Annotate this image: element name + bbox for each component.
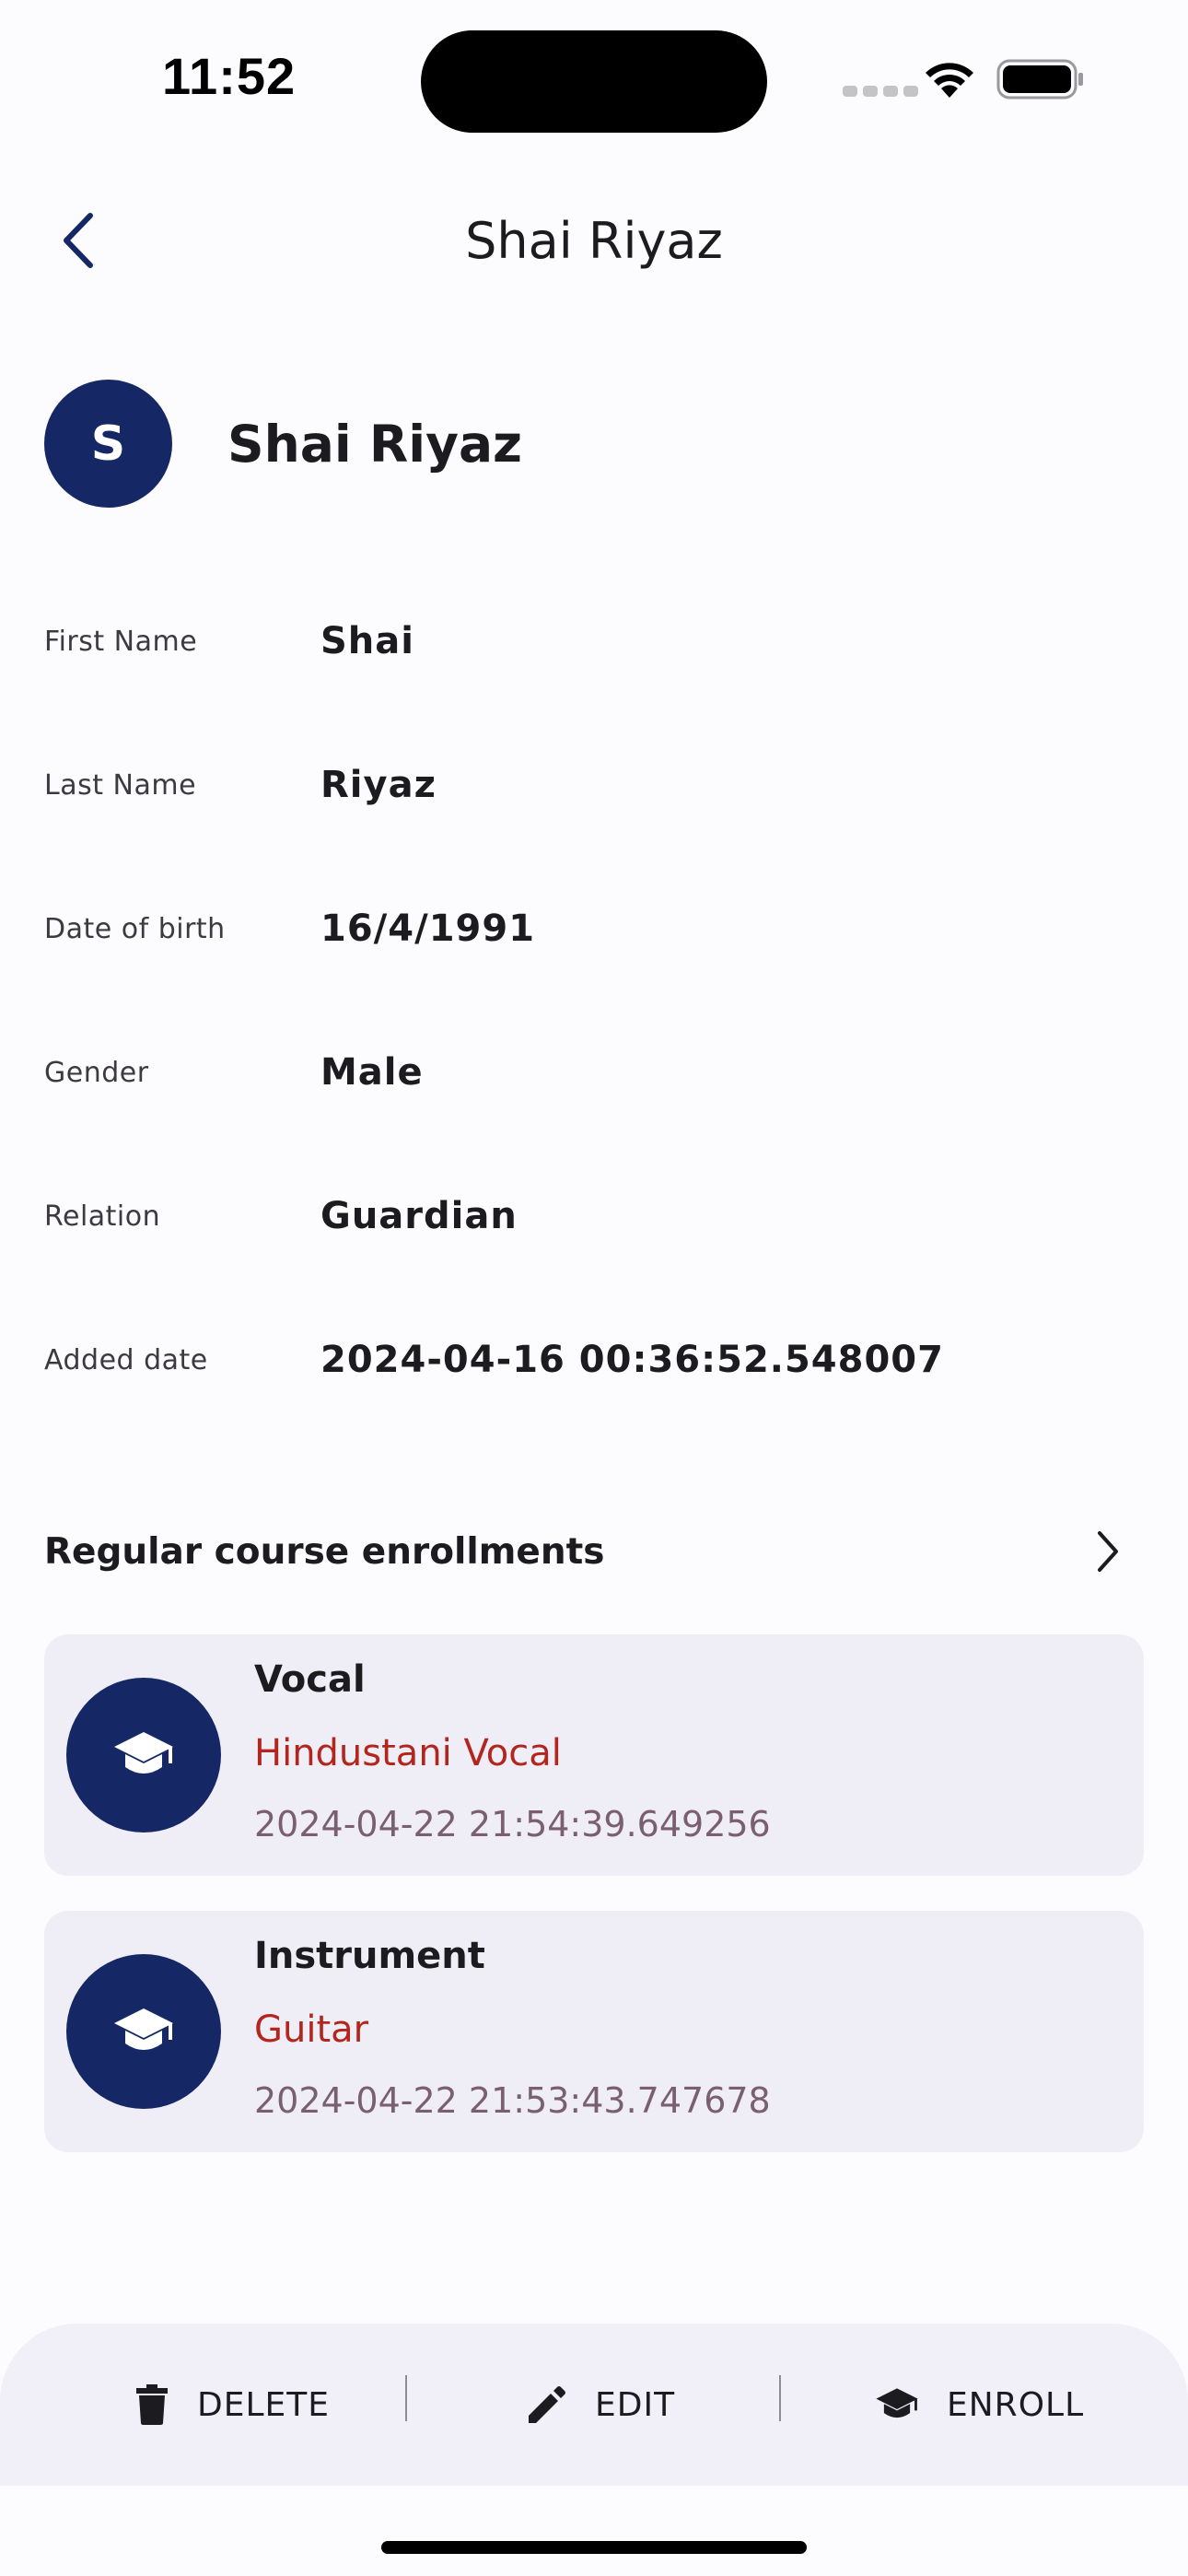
status-time: 11:52 [162, 47, 297, 105]
detail-label: Last Name [44, 768, 197, 802]
graduation-cap-icon [876, 2388, 918, 2418]
detail-value: Male [320, 1051, 424, 1094]
divider [779, 2375, 781, 2421]
enrollment-date: 2024-04-22 21:54:39.649256 [254, 1804, 771, 1844]
avatar: S [44, 380, 172, 508]
chevron-right-icon[interactable] [1094, 1529, 1122, 1574]
dynamic-island [421, 30, 767, 133]
enrollment-date: 2024-04-22 21:53:43.747678 [254, 2080, 771, 2121]
trash-icon [136, 2384, 168, 2425]
detail-value: Guardian [320, 1195, 518, 1237]
enrollments-section-header[interactable]: Regular course enrollments [44, 1518, 1122, 1585]
detail-label: Relation [44, 1200, 161, 1233]
delete-label: DELETE [197, 2385, 331, 2424]
detail-row-last-name: Last Name Riyaz [44, 748, 1140, 822]
wifi-icon [921, 57, 978, 103]
home-indicator[interactable] [381, 2541, 807, 2554]
cellular-signal-icon [843, 86, 918, 97]
bottom-action-bar: DELETE EDIT ENROLL [0, 2324, 1188, 2486]
detail-label: Gender [44, 1056, 149, 1089]
graduation-cap-icon [66, 1678, 221, 1832]
graduation-cap-icon [66, 1954, 221, 2109]
detail-label: First Name [44, 625, 198, 658]
edit-label: EDIT [595, 2385, 676, 2424]
detail-value: 2024-04-16 00:36:52.548007 [320, 1339, 944, 1381]
detail-row-date-of-birth: Date of birth 16/4/1991 [44, 892, 1140, 966]
enrollment-category: Vocal [254, 1658, 366, 1701]
section-title: Regular course enrollments [44, 1530, 605, 1573]
detail-row-relation: Relation Guardian [44, 1179, 1140, 1253]
detail-value: 16/4/1991 [320, 907, 536, 950]
divider [405, 2375, 407, 2421]
delete-button[interactable]: DELETE [134, 2324, 330, 2486]
enroll-button[interactable]: ENROLL [875, 2324, 1084, 2486]
enrollment-card[interactable]: Instrument Guitar 2024-04-22 21:53:43.74… [44, 1911, 1144, 2152]
enrollment-card[interactable]: Vocal Hindustani Vocal 2024-04-22 21:54:… [44, 1634, 1144, 1876]
pencil-icon [529, 2386, 565, 2423]
detail-value: Riyaz [320, 764, 437, 806]
detail-label: Added date [44, 1343, 208, 1376]
enrollment-course: Hindustani Vocal [254, 1732, 562, 1774]
detail-value: Shai [320, 620, 414, 662]
detail-row-added-date: Added date 2024-04-16 00:36:52.548007 [44, 1323, 1140, 1397]
detail-row-first-name: First Name Shai [44, 604, 1140, 678]
enroll-label: ENROLL [947, 2385, 1085, 2424]
edit-button[interactable]: EDIT [527, 2324, 675, 2486]
enrollment-category: Instrument [254, 1935, 485, 1977]
detail-row-gender: Gender Male [44, 1036, 1140, 1109]
battery-icon [996, 59, 1085, 103]
page-title: Shai Riyaz [465, 212, 723, 270]
detail-label: Date of birth [44, 912, 226, 945]
enrollment-course: Guitar [254, 2008, 369, 2051]
profile-name: Shai Riyaz [227, 415, 523, 474]
